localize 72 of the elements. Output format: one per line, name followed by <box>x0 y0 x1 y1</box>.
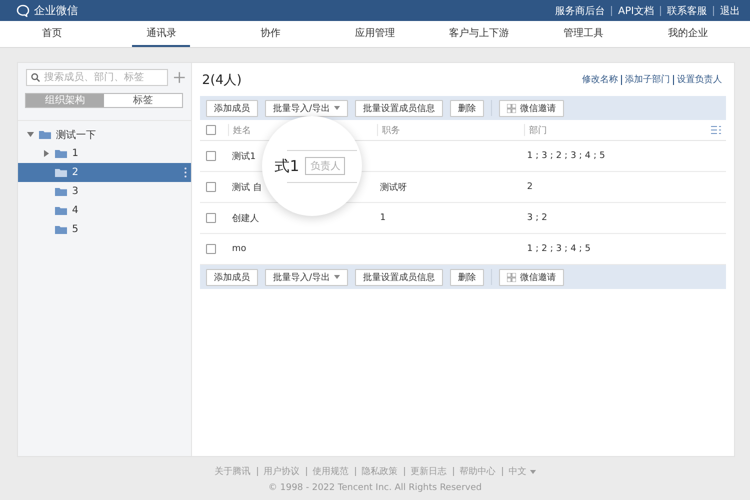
toolbar-button[interactable]: 批量设置成员信息 <box>355 268 444 286</box>
column-header: 职务 <box>382 124 400 136</box>
action-link[interactable]: 修改名称 <box>582 73 618 86</box>
nav-tab[interactable]: 协作 <box>218 21 323 47</box>
table-cell: 1 ; 3 ; 2 ; 3 ; 4 ; 5 <box>527 151 606 161</box>
table-cell: 1 <box>380 213 386 223</box>
table-cell: 3 ; 2 <box>527 213 548 223</box>
table-cell: 2 <box>527 182 533 192</box>
table-cell: 1 ; 2 ; 3 ; 4 ; 5 <box>527 244 591 254</box>
nav-tab[interactable]: 应用管理 <box>322 21 427 47</box>
nav-tab[interactable]: 客户与上下游 <box>426 21 532 47</box>
tree-item[interactable]: 2 <box>18 163 191 182</box>
toolbar-button[interactable]: 批量设置成员信息 <box>355 100 444 116</box>
header-link[interactable]: 退出 <box>720 4 740 18</box>
folder-icon <box>55 225 67 234</box>
more-icon <box>184 167 187 178</box>
tree-item[interactable]: 5 <box>18 220 191 239</box>
folder-icon <box>55 168 67 177</box>
table-cell-text: 测试呀 <box>380 182 407 194</box>
column-header: 姓名 <box>233 124 251 136</box>
toolbar-button[interactable]: 添加成员 <box>206 268 258 286</box>
folder-icon <box>55 187 67 196</box>
nav-tab[interactable]: 我的企业 <box>636 21 740 47</box>
folder-icon <box>55 206 67 215</box>
toolbar-button[interactable]: 微信邀请 <box>499 100 564 116</box>
checkbox[interactable] <box>206 244 216 254</box>
sidebar-tab[interactable]: 标签 <box>104 94 182 107</box>
role-tag: 负责人 <box>305 157 346 175</box>
toolbar-button[interactable]: 批量导入/导出 <box>265 100 348 116</box>
caret-down-icon <box>334 106 340 110</box>
header-link[interactable]: 联系客服 <box>667 4 707 18</box>
nav-tab[interactable]: 首页 <box>0 21 104 47</box>
caret-down-icon <box>334 275 340 279</box>
magnified-text: 式1 <box>274 156 300 176</box>
table-cell-text: 测试1 <box>232 150 256 162</box>
checkbox[interactable] <box>206 213 216 223</box>
action-link[interactable]: 添加子部门 <box>625 73 670 86</box>
tree-item[interactable]: 1 <box>18 144 191 163</box>
checkbox[interactable] <box>206 182 216 192</box>
caret-down-icon <box>27 131 34 138</box>
toolbar-button[interactable]: 删除 <box>450 100 484 116</box>
header-link[interactable]: 服务商后台 <box>555 4 606 18</box>
checkbox[interactable] <box>206 151 216 161</box>
caret-down-icon <box>530 470 536 474</box>
action-link[interactable]: 设置负责人 <box>677 73 722 86</box>
folder-icon <box>39 130 51 139</box>
table-cell-text: 测试 自 <box>232 182 262 194</box>
tree-item[interactable]: 测试一下 <box>18 125 191 144</box>
chat-bubble-icon <box>16 4 30 17</box>
tree-item[interactable]: 4 <box>18 201 191 220</box>
toolbar-button[interactable]: 批量导入/导出 <box>265 268 348 286</box>
toolbar-button[interactable]: 删除 <box>450 268 484 286</box>
column-header: 部门 <box>529 124 547 136</box>
toolbar-button[interactable]: 微信邀请 <box>499 268 564 286</box>
header-link[interactable]: API文档 <box>618 4 654 18</box>
copyright: © 1998 - 2022 Tencent Inc. All Rights Reserved <box>267 483 483 493</box>
folder-icon <box>55 149 67 158</box>
checkbox[interactable] <box>206 125 216 135</box>
plus-icon <box>174 72 185 83</box>
grid-icon <box>507 272 516 282</box>
nav-tab[interactable]: 通讯录 <box>132 21 190 47</box>
grid-icon <box>507 104 516 112</box>
table-cell: mo <box>232 244 246 254</box>
logo-text: 企业微信 <box>34 3 78 18</box>
tree-item[interactable]: 3 <box>18 182 191 201</box>
table-cell-text: 创建人 <box>232 212 259 224</box>
columns-icon <box>711 126 721 134</box>
caret-right-icon <box>43 150 50 157</box>
search-icon <box>31 73 40 82</box>
nav-tab[interactable]: 管理工具 <box>531 21 636 47</box>
toolbar-button[interactable]: 添加成员 <box>206 100 258 116</box>
department-title: 2(4人) <box>201 72 242 89</box>
